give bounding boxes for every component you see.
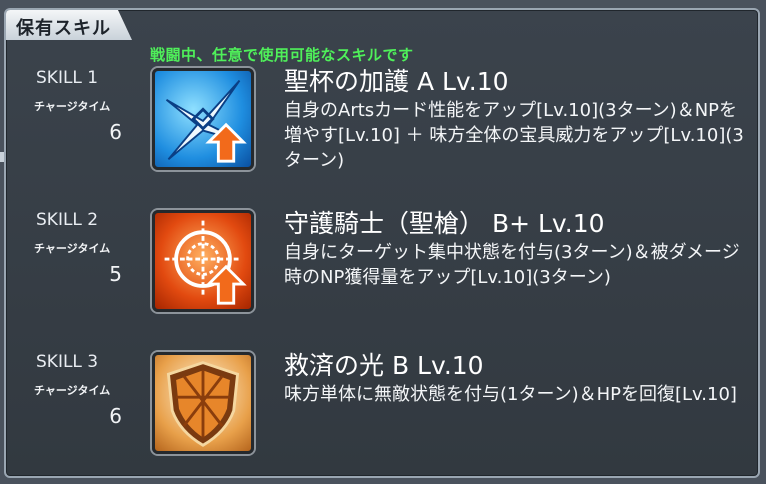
skill-name: 救済の光 B Lv.10 [284,351,484,380]
charge-time-value: 5 [109,262,122,286]
charge-time-label: チャージタイム [34,384,111,397]
charge-time-label: チャージタイム [34,242,111,255]
skill-row-3[interactable]: SKILL 3 チャージタイム 6 救済の光 B Lv.10 味方単体に無敵状態… [6,351,762,468]
skill-label: SKILL 3 [36,352,99,372]
skill-label: SKILL 1 [36,68,99,88]
skill-description: 自身にターゲット集中状態を付与(3ターン)＆被ダメージ時のNP獲得量をアップ[L… [284,242,740,288]
skill-name: 守護騎士（聖槍） B+ Lv.10 [284,209,605,238]
panel-tab: 保有スキル [6,10,132,40]
invincibility-shield-icon[interactable] [152,352,254,454]
charge-time-value: 6 [109,120,122,144]
charge-time-value: 6 [109,404,122,428]
target-focus-icon[interactable] [152,210,254,312]
skill-row-1[interactable]: SKILL 1 チャージタイム 6 聖杯の加護 A Lv.10 自身のArtsカ… [6,67,762,184]
skill-description: 自身のArtsカード性能をアップ[Lv.10](3ターン)＆NPを増やす[Lv.… [284,100,744,171]
arts-up-icon[interactable] [152,68,254,170]
panel-tab-title: 保有スキル [16,18,111,39]
skill-label: SKILL 2 [36,210,99,230]
skill-description: 味方単体に無敵状態を付与(1ターン)＆HPを回復[Lv.10] [284,384,737,405]
owned-skills-panel: 保有スキル 戦闘中、任意で使用可能なスキルです SKILL 1 チャージタイム … [4,8,760,478]
skill-name: 聖杯の加護 A Lv.10 [284,67,509,96]
skill-row-2[interactable]: SKILL 2 チャージタイム 5 守護騎士（聖槍） B+ Lv.10 自身にタ… [6,209,762,326]
charge-time-label: チャージタイム [34,100,111,113]
